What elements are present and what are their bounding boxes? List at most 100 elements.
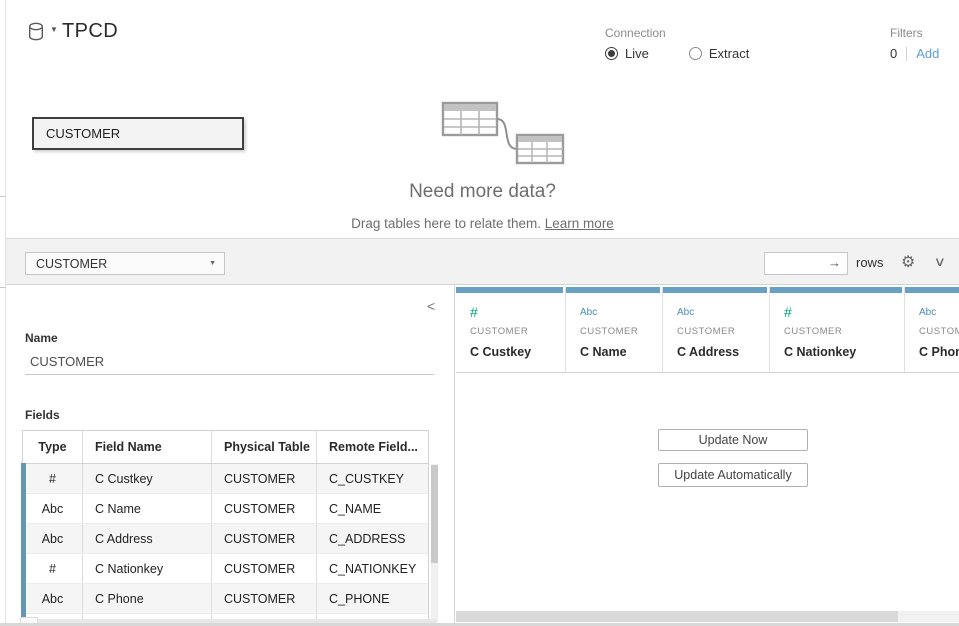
divider xyxy=(25,374,434,375)
update-now-button[interactable]: Update Now xyxy=(658,429,808,451)
physical-table-cell: CUSTOMER xyxy=(212,524,317,553)
column-header-type[interactable]: Type xyxy=(23,431,83,463)
remote-field-cell: C_ADDRESS xyxy=(317,524,428,553)
physical-table-cell: CUSTOMER xyxy=(212,464,317,493)
name-label: Name xyxy=(25,331,58,345)
table-selector-dropdown[interactable]: CUSTOMER ▼ xyxy=(25,252,225,275)
tables-illustration-icon xyxy=(424,92,566,166)
collapse-panel-icon[interactable]: < xyxy=(427,298,435,314)
field-type-icon: # xyxy=(23,554,83,583)
column-accent-strip xyxy=(663,287,767,293)
radio-live-label: Live xyxy=(625,46,649,61)
fields-table: Type Field Name Physical Table Remote Fi… xyxy=(22,430,429,626)
remote-field-cell: C_PHONE xyxy=(317,584,428,613)
column-field-label: C Nationkey xyxy=(784,345,904,359)
grid-column-header[interactable]: Abc CUSTOMER C Name xyxy=(566,287,663,372)
tableau-datasource-page: ▼ TPCD Connection Live Extract Filters 0 xyxy=(0,0,959,626)
grid-column-header[interactable]: # CUSTOMER C Custkey xyxy=(456,287,566,372)
connection-group: Connection Live Extract xyxy=(605,26,749,61)
table-details-panel: < Name CUSTOMER Fields Type Field Name P… xyxy=(6,285,455,626)
add-filter-link[interactable]: Add xyxy=(916,46,939,61)
scrollbar-thumb[interactable] xyxy=(456,611,898,622)
table-selector-value: CUSTOMER xyxy=(36,257,107,271)
data-grid-header: #CUSTOMERC CustkeyAbcCUSTOMERC NameAbcCU… xyxy=(456,287,959,373)
fields-table-row[interactable]: AbcC NameCUSTOMERC_NAME xyxy=(23,494,428,524)
table-toolbar: CUSTOMER ▼ → rows ⚙ ∨ xyxy=(6,238,959,285)
datasource-title[interactable]: TPCD xyxy=(62,20,118,43)
data-preview-grid: #CUSTOMERC CustkeyAbcCUSTOMERC NameAbcCU… xyxy=(456,285,959,626)
column-type-icon: # xyxy=(470,304,565,321)
grid-horizontal-scrollbar[interactable] xyxy=(456,611,959,622)
column-table-label: CUSTOMER xyxy=(784,326,904,337)
caret-down-icon: ▼ xyxy=(50,25,58,34)
scrollbar-thumb[interactable] xyxy=(431,465,438,563)
column-table-label: CUSTOMER xyxy=(677,326,769,337)
column-field-label: C Custkey xyxy=(470,345,565,359)
rows-count-input[interactable] xyxy=(764,252,848,275)
fields-table-row[interactable]: AbcC PhoneCUSTOMERC_PHONE xyxy=(23,584,428,614)
column-table-label: CUSTOMER xyxy=(919,326,959,337)
physical-table-cell: CUSTOMER xyxy=(212,494,317,523)
field-name-cell: C Name xyxy=(83,494,212,523)
database-icon xyxy=(28,22,45,43)
column-header-remote-field[interactable]: Remote Field... xyxy=(317,431,428,463)
field-type-icon: Abc xyxy=(23,494,83,523)
divider xyxy=(906,47,907,61)
fields-vertical-scrollbar[interactable] xyxy=(431,464,438,626)
logical-table-pill[interactable]: CUSTOMER xyxy=(32,117,244,150)
field-name-cell: C Address xyxy=(83,524,212,553)
field-name-cell: C Phone xyxy=(83,584,212,613)
column-type-icon: Abc xyxy=(919,304,959,321)
update-automatically-button[interactable]: Update Automatically xyxy=(658,463,808,487)
remote-field-cell: C_NAME xyxy=(317,494,428,523)
column-header-field-name[interactable]: Field Name xyxy=(83,431,212,463)
learn-more-link[interactable]: Learn more xyxy=(545,216,614,231)
field-type-icon: Abc xyxy=(23,524,83,553)
radio-extract-label: Extract xyxy=(709,46,749,61)
column-header-physical-table[interactable]: Physical Table xyxy=(212,431,317,463)
physical-table-cell: CUSTOMER xyxy=(212,554,317,583)
radio-unselected-icon xyxy=(689,47,702,60)
table-name-field[interactable]: CUSTOMER xyxy=(30,354,104,369)
empty-state-subtitle: Drag tables here to relate them. Learn m… xyxy=(6,216,959,231)
fields-table-row[interactable]: #C NationkeyCUSTOMERC_NATIONKEY xyxy=(23,554,428,584)
relationship-canvas: CUSTOMER Need more data? Drag tables her… xyxy=(6,80,959,238)
header: ▼ TPCD Connection Live Extract Filters 0 xyxy=(6,0,959,80)
column-type-icon: # xyxy=(784,304,904,321)
filters-count: 0 xyxy=(890,46,897,61)
gear-icon[interactable]: ⚙ xyxy=(901,252,915,272)
filters-group: Filters 0 Add xyxy=(890,26,939,61)
fields-table-row[interactable]: AbcC AddressCUSTOMERC_ADDRESS xyxy=(23,524,428,554)
row-accent-bar xyxy=(21,463,26,626)
column-accent-strip xyxy=(566,287,660,293)
column-table-label: CUSTOMER xyxy=(580,326,662,337)
grid-column-header[interactable]: AbcCUSTOMERC Phone xyxy=(905,287,959,372)
field-name-cell: C Custkey xyxy=(83,464,212,493)
field-type-icon: Abc xyxy=(23,584,83,613)
radio-extract[interactable]: Extract xyxy=(689,46,749,61)
filters-label: Filters xyxy=(890,26,939,40)
fields-table-header: Type Field Name Physical Table Remote Fi… xyxy=(23,431,428,464)
column-type-icon: Abc xyxy=(580,304,662,321)
chevron-down-icon[interactable]: ∨ xyxy=(934,254,946,270)
column-accent-strip xyxy=(456,287,563,293)
field-name-cell: C Nationkey xyxy=(83,554,212,583)
column-table-label: CUSTOMER xyxy=(470,326,565,337)
physical-table-cell: CUSTOMER xyxy=(212,584,317,613)
grid-column-header[interactable]: AbcCUSTOMERC Address xyxy=(663,287,770,372)
column-field-label: C Name xyxy=(580,345,662,359)
column-accent-strip xyxy=(770,287,902,293)
field-type-icon: # xyxy=(23,464,83,493)
rows-label: rows xyxy=(856,255,883,270)
radio-selected-icon xyxy=(605,47,618,60)
fields-table-row[interactable]: #C CustkeyCUSTOMERC_CUSTKEY xyxy=(23,464,428,494)
datasource-menu[interactable]: ▼ xyxy=(28,22,58,43)
remote-field-cell: C_NATIONKEY xyxy=(317,554,428,583)
fields-table-body: #C CustkeyCUSTOMERC_CUSTKEYAbcC NameCUST… xyxy=(23,464,428,626)
grid-column-header[interactable]: # CUSTOMER C Nationkey xyxy=(770,287,905,372)
fields-label: Fields xyxy=(25,408,60,422)
empty-state-title: Need more data? xyxy=(6,181,959,203)
connection-label: Connection xyxy=(605,26,749,40)
remote-field-cell: C_CUSTKEY xyxy=(317,464,428,493)
radio-live[interactable]: Live xyxy=(605,46,649,61)
